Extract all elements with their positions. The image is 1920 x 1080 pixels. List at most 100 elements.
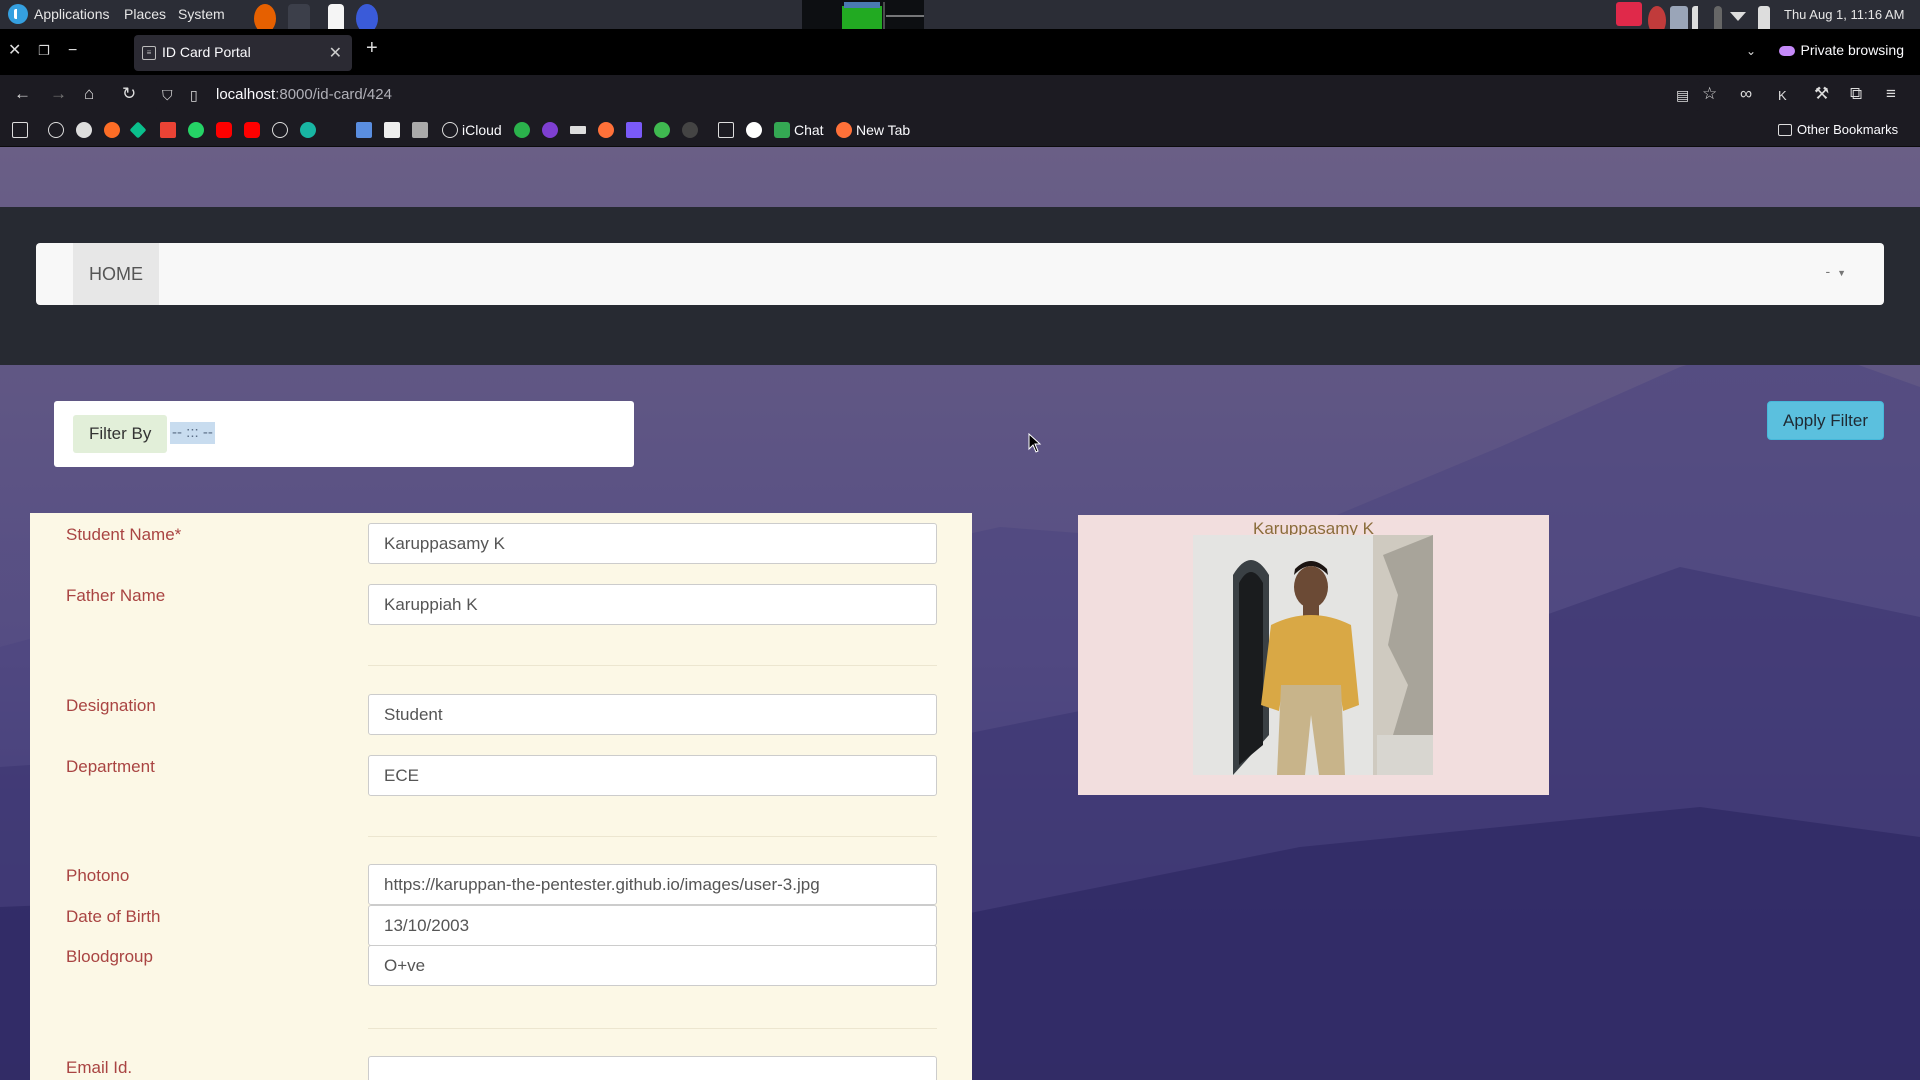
new-tab-icon[interactable]: + [366, 38, 378, 58]
bookmark-gitlab-icon[interactable] [104, 122, 120, 138]
bookmark-purple-icon[interactable] [542, 122, 558, 138]
os-top-panel: Applications Places System Thu Aug 1, 11… [0, 0, 1920, 35]
bookmark-youtube-icon[interactable] [216, 122, 232, 138]
system-monitor-graph [802, 0, 924, 29]
tab-favicon-icon: ≡ [142, 46, 156, 60]
student-name-input[interactable]: Karuppasamy K [368, 523, 937, 564]
bookmark-newtab-label[interactable]: New Tab [856, 122, 910, 138]
clock[interactable]: Thu Aug 1, 11:16 AM [1784, 0, 1904, 29]
reload-icon[interactable]: ↻ [122, 84, 136, 104]
bookmark-gmail-icon[interactable] [160, 122, 176, 138]
bookmark-icloud-icon[interactable] [442, 122, 458, 138]
student-name-label: Student Name* [66, 525, 182, 544]
os-menu-applications[interactable]: Applications [34, 0, 110, 29]
os-menu-places[interactable]: Places [124, 0, 166, 29]
form-divider [368, 1028, 937, 1029]
tab-title: ID Card Portal [162, 44, 251, 60]
user-dropdown[interactable]: - ▼ [1826, 263, 1846, 279]
bookmark-file-icon[interactable] [412, 122, 428, 138]
bookmark-chat-icon[interactable] [774, 122, 790, 138]
other-bookmarks-label[interactable]: Other Bookmarks [1797, 122, 1898, 137]
email-label: Email Id. [66, 1058, 133, 1077]
extension-k-icon[interactable]: K [1778, 86, 1787, 106]
designation-input[interactable]: Student [368, 694, 937, 735]
filter-box: Filter By -- ::: -- [54, 401, 634, 467]
bookmark-flame-icon[interactable] [598, 122, 614, 138]
url-path: :8000/id-card/424 [275, 86, 392, 103]
close-window-icon[interactable]: ✕ [8, 41, 21, 61]
extension-mask-icon[interactable]: ∞ [1740, 84, 1752, 104]
home-icon[interactable]: ⌂ [84, 84, 94, 104]
bookmark-green-icon[interactable] [514, 122, 530, 138]
bookmark-youtube2-icon[interactable] [244, 122, 260, 138]
private-mask-icon [1778, 46, 1795, 57]
bookmark-plus-icon[interactable] [384, 122, 400, 138]
bookmark-whatsapp-icon[interactable] [188, 122, 204, 138]
bookmark-folder2-icon[interactable] [718, 122, 734, 138]
page-icon: ▯ [190, 87, 198, 103]
bookmark-bar-icon[interactable] [570, 126, 586, 134]
id-card-preview: Karuppasamy K [1078, 515, 1549, 795]
photono-label: Photono [66, 866, 130, 885]
other-bookmarks-folder-icon[interactable] [1778, 124, 1792, 136]
app-menu-icon[interactable]: ≡ [1886, 84, 1896, 104]
photono-input[interactable]: https://karuppan-the-pentester.github.io… [368, 864, 937, 905]
apply-filter-button[interactable]: Apply Filter [1767, 401, 1884, 440]
bookmark-globe-icon[interactable] [48, 122, 64, 138]
os-menu-system[interactable]: System [178, 0, 225, 29]
caret-down-icon: ▼ [1837, 268, 1846, 278]
bookmark-chat-label[interactable]: Chat [794, 122, 824, 138]
user-dropdown-label: - [1825, 263, 1831, 279]
mouse-cursor-icon [1028, 433, 1042, 453]
bookmark-android-icon[interactable] [654, 122, 670, 138]
bookmark-github-icon[interactable] [76, 122, 92, 138]
site-info-shield-icon[interactable]: ⛉ [162, 85, 173, 105]
tab-close-icon[interactable]: ✕ [329, 43, 342, 63]
private-browsing-indicator: Private browsing [1778, 42, 1905, 58]
bookmark-google-icon[interactable] [746, 122, 762, 138]
bookmark-doc-icon[interactable] [356, 122, 372, 138]
tools-icon[interactable]: ⚒ [1814, 84, 1829, 104]
bookmark-star-icon[interactable]: ☆ [1702, 84, 1717, 104]
reader-view-icon[interactable]: ▤ [1676, 85, 1689, 105]
email-input[interactable] [368, 1056, 937, 1080]
bookmark-folder-icon[interactable] [12, 122, 28, 138]
url-host: localhost [216, 86, 276, 103]
date-of-birth-input[interactable]: 13/10/2003 [368, 905, 937, 946]
top-navbar: HOME - ▼ [36, 243, 1884, 305]
date-of-birth-label: Date of Birth [66, 907, 161, 926]
bookmark-diamond-icon[interactable] [129, 121, 147, 139]
private-browsing-label: Private browsing [1800, 42, 1905, 58]
extensions-icon[interactable]: ⧉ [1850, 84, 1862, 104]
bloodgroup-input[interactable]: O+ve [368, 945, 937, 986]
anydesk-tray-icon[interactable] [1616, 2, 1642, 26]
url-text[interactable]: localhost:8000/id-card/424 [216, 86, 392, 103]
list-all-tabs-icon[interactable]: ⌄ [1746, 41, 1756, 61]
bookmark-play-icon[interactable] [682, 122, 698, 138]
designation-label: Designation [66, 696, 156, 715]
father-name-label: Father Name [66, 586, 166, 605]
nav-home-link[interactable]: HOME [73, 243, 159, 305]
tab-id-card-portal[interactable]: ≡ ID Card Portal ✕ [134, 35, 352, 71]
student-photo [1193, 535, 1433, 775]
bookmark-teal-icon[interactable] [300, 122, 316, 138]
department-input[interactable]: ECE [368, 755, 937, 796]
minimize-window-icon[interactable]: − [68, 41, 77, 61]
bookmark-globe2-icon[interactable] [272, 122, 288, 138]
bookmark-newtab-icon[interactable] [836, 122, 852, 138]
id-card-form: Student Name* Karuppasamy K Father Name … [30, 513, 972, 1080]
form-divider [368, 665, 937, 666]
url-bar[interactable]: ⛉ ▯ localhost:8000/id-card/424 ▤ [156, 79, 1700, 111]
page-content: HOME - ▼ Filter By -- ::: -- Apply Filte… [0, 147, 1920, 1080]
back-icon[interactable]: ← [14, 84, 31, 104]
filter-by-label: Filter By [73, 415, 168, 453]
os-menu-logo-icon[interactable] [8, 4, 28, 24]
father-name-input[interactable]: Karuppiah K [368, 584, 937, 625]
restore-window-icon[interactable]: ❐ [38, 41, 50, 61]
form-divider [368, 836, 937, 837]
filter-select[interactable]: -- ::: -- [170, 422, 215, 444]
forward-icon[interactable]: → [50, 84, 67, 104]
bookmark-list-icon[interactable] [626, 122, 642, 138]
browser-nav-bar: ← → ⌂ ↻ ⛉ ▯ localhost:8000/id-card/424 ▤… [0, 75, 1920, 115]
bookmark-icloud-label[interactable]: iCloud [462, 122, 502, 138]
